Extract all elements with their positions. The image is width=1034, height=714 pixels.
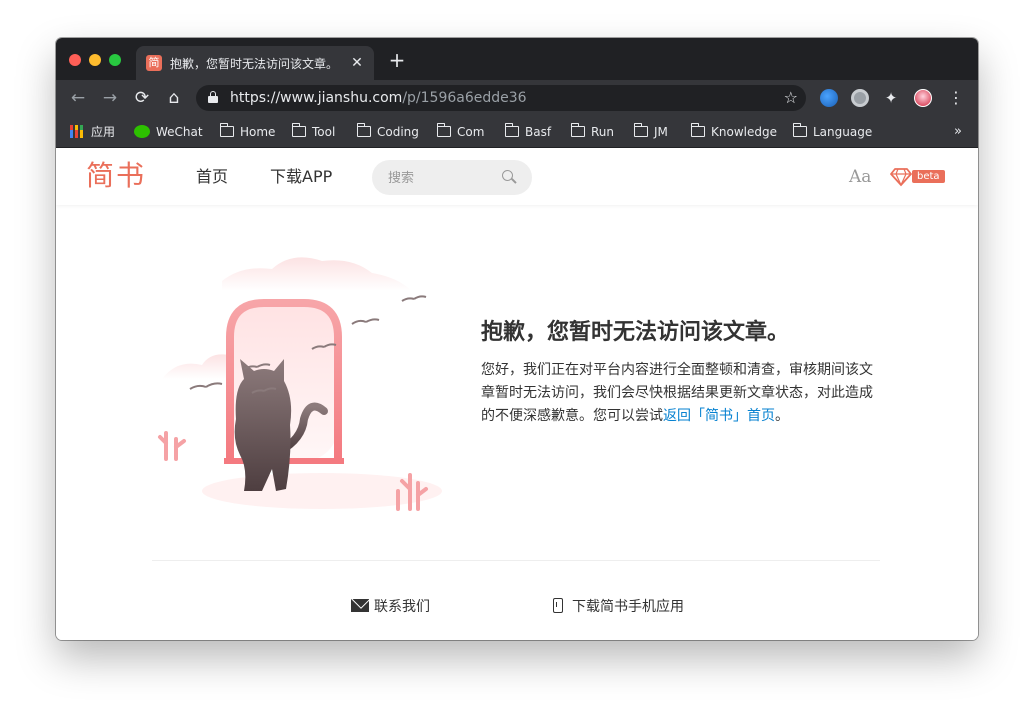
bookmark-basf[interactable]: Basf [504,122,551,142]
profile-avatar[interactable] [914,89,932,107]
back-icon[interactable]: ← [67,87,89,109]
folder-icon [570,123,585,137]
folder-icon [436,123,451,137]
diamond-icon [890,168,912,187]
tab-strip: 简 抱歉，您暂时无法访问该文章。 - 简书 ✕ + [56,38,978,80]
url-text[interactable]: https://www.jianshu.com/p/1596a6edde36 [230,89,527,107]
folder-icon [690,123,705,137]
sad-cat-window-illustration [158,257,442,511]
jianshu-logo[interactable]: 简书 [86,159,146,193]
bookmark-knowledge[interactable]: Knowledge [690,122,777,142]
favicon-icon: 简 [146,55,162,71]
download-app-link[interactable]: 下载简书手机应用 [553,597,684,617]
extensions-puzzle-icon[interactable]: ✦ [882,89,900,107]
bookmark-wechat[interactable]: WeChat [134,122,203,142]
nav-home-link[interactable]: 首页 [196,166,228,188]
folder-icon [633,123,648,137]
phone-download-icon [553,598,563,613]
home-icon[interactable]: ⌂ [163,87,185,109]
font-size-toggle[interactable]: Aa [849,167,871,187]
browser-menu-icon[interactable]: ⋮ [948,88,964,108]
lock-icon[interactable] [208,91,218,103]
beta-badge: beta [912,170,945,183]
bookmark-tool[interactable]: Tool [291,122,335,142]
search-input[interactable] [388,168,498,188]
folder-icon [291,123,306,137]
browser-window: 简 抱歉，您暂时无法访问该文章。 - 简书 ✕ + ← → ⟳ ⌂ https:… [56,38,978,640]
folder-icon [356,123,371,137]
folder-icon [219,123,234,137]
bookmark-apps[interactable]: 应用 [70,122,115,142]
circle-extension-icon[interactable] [851,89,869,107]
mail-icon [351,599,369,612]
folder-icon [792,123,807,137]
bookmarks-bar: 应用 WeChat Home Tool Coding Com Basf Run … [56,116,978,148]
bookmark-home[interactable]: Home [219,122,275,142]
site-header: 简书 首页 下载APP Aa beta [56,149,978,205]
address-bar[interactable]: https://www.jianshu.com/p/1596a6edde36 ☆ [196,85,806,111]
web-page: 简书 首页 下载APP Aa beta [56,149,978,640]
bookmark-jm[interactable]: JM [633,122,668,142]
close-tab-icon[interactable]: ✕ [348,54,366,72]
reload-icon[interactable]: ⟳ [131,87,153,109]
error-message: 您好，我们正在对平台内容进行全面整顿和清查，审核期间该文章暂时无法访问，我们会尽… [481,362,873,424]
return-home-link[interactable]: 返回「简书」首页 [663,408,775,424]
search-box [372,160,532,195]
contact-us-link[interactable]: 联系我们 [351,597,430,617]
browser-toolbar: ← → ⟳ ⌂ https://www.jianshu.com/p/1596a6… [56,80,978,116]
bookmark-coding[interactable]: Coding [356,122,419,142]
globe-extension-icon[interactable] [820,89,838,107]
maximize-window-button[interactable] [109,54,121,66]
wechat-icon [134,125,150,138]
nav-download-app-link[interactable]: 下载APP [270,166,332,188]
bookmark-language[interactable]: Language [792,122,872,142]
tab-title: 抱歉，您暂时无法访问该文章。 - 简书 [170,57,340,71]
forward-icon[interactable]: → [99,87,121,109]
bookmark-star-icon[interactable]: ☆ [784,88,798,108]
minimize-window-button[interactable] [89,54,101,66]
beta-entry[interactable]: beta [890,167,945,187]
error-title: 抱歉，您暂时无法访问该文章。 [481,320,790,345]
tab-active[interactable]: 简 抱歉，您暂时无法访问该文章。 - 简书 ✕ [136,46,374,80]
more-bookmarks-icon[interactable]: » [954,122,962,142]
footer-divider [152,560,880,561]
new-tab-button[interactable]: + [386,49,408,71]
folder-icon [504,123,519,137]
apps-icon [70,125,83,138]
bookmark-com[interactable]: Com [436,122,484,142]
search-icon[interactable] [502,170,517,184]
close-window-button[interactable] [69,54,81,66]
bookmark-run[interactable]: Run [570,122,614,142]
